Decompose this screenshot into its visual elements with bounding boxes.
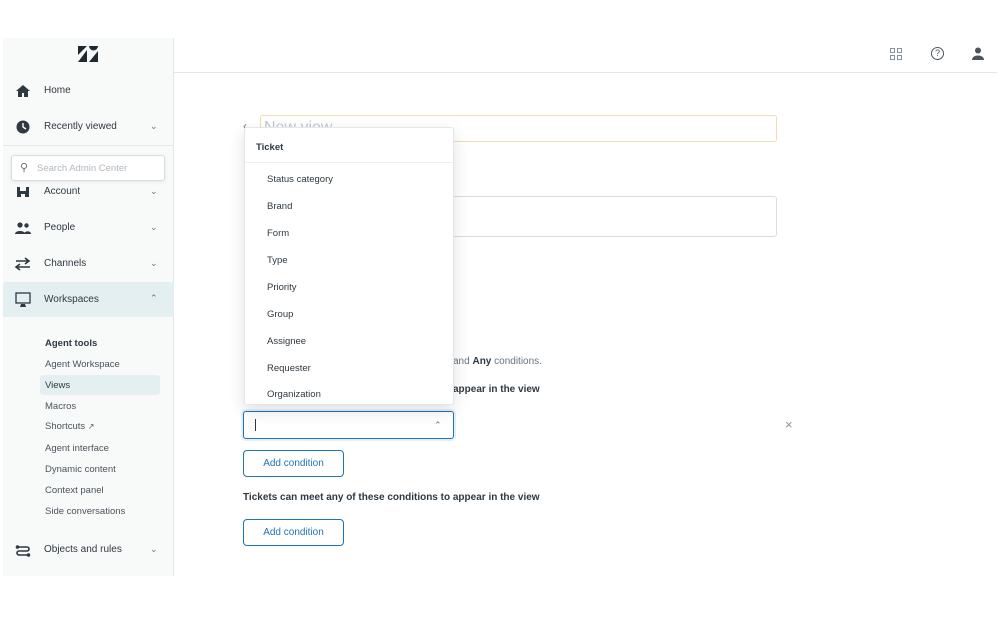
any-conditions-heading: Tickets can meet any of these conditions… (243, 492, 540, 503)
sidebar-label: Home (44, 85, 71, 96)
sidebar-subitem-context-panel[interactable]: Context panel (45, 485, 104, 496)
grid-icon[interactable] (890, 48, 902, 63)
help-icon[interactable]: ? (931, 47, 944, 60)
people-icon (15, 220, 31, 236)
sidebar-subitem-macros[interactable]: Macros (45, 401, 76, 412)
chevron-down-icon: ⌄ (150, 258, 158, 268)
add-all-condition-button[interactable]: Add condition (243, 450, 344, 477)
chevron-down-icon: ⌄ (150, 222, 158, 232)
dropdown-item[interactable]: Form (267, 228, 289, 239)
arrows-icon (15, 256, 31, 272)
sidebar-item-channels[interactable]: Channels ⌄ (3, 246, 174, 281)
sidebar-label: Account (44, 186, 81, 197)
sidebar-label: Channels (44, 258, 87, 269)
sidebar-item-recently-viewed[interactable]: Recently viewed ⌄ (3, 109, 174, 144)
search-input[interactable]: ⚲ Search Admin Center (11, 155, 165, 181)
sidebar-subitem-views[interactable]: Views (45, 380, 70, 391)
section-title: Agent tools (45, 338, 98, 349)
text-cursor (255, 419, 256, 431)
dropdown-item[interactable]: Brand (267, 201, 292, 212)
chevron-down-icon: ⌄ (150, 121, 158, 131)
sidebar-item-objects-and-rules[interactable]: Objects and rules ⌄ (3, 532, 174, 567)
home-icon (15, 83, 31, 99)
dropdown-item[interactable]: Status category (267, 174, 333, 185)
divider (3, 145, 174, 146)
chevron-up-icon: ⌃ (150, 293, 158, 303)
all-conditions-heading: appear in the view (453, 384, 540, 395)
dropdown-group-header: Ticket (256, 142, 284, 153)
search-icon: ⚲ (20, 162, 29, 174)
clock-icon (15, 119, 31, 135)
chevron-down-icon: ⌄ (150, 544, 158, 554)
sidebar-item-people[interactable]: People ⌄ (3, 210, 174, 245)
chevron-up-icon: ⌃ (434, 420, 442, 430)
search-placeholder: Search Admin Center (37, 163, 128, 174)
sidebar-label: Recently viewed (44, 121, 117, 132)
header-divider (174, 72, 997, 73)
sidebar-label: Objects and rules (44, 544, 122, 555)
sidebar-label: Shortcuts (45, 421, 86, 432)
divider (245, 162, 453, 163)
dropdown-item[interactable]: Group (267, 309, 293, 320)
user-icon[interactable] (972, 47, 984, 63)
sidebar-item-home[interactable]: Home (3, 73, 174, 108)
sidebar-label: People (44, 222, 76, 233)
sidebar-subitem-side-conversations[interactable]: Side conversations (45, 506, 125, 517)
sidebar-subitem-shortcuts[interactable]: Shortcuts ↗ (45, 421, 94, 432)
monitor-icon (15, 292, 31, 308)
sidebar-subitem-dynamic-content[interactable]: Dynamic content (45, 464, 116, 475)
chevron-down-icon: ⌄ (150, 186, 158, 196)
sidebar-item-workspaces[interactable]: Workspaces ⌃ (3, 282, 174, 317)
dropdown-item[interactable]: Type (267, 255, 288, 266)
sidebar: Home Recently viewed ⌄ Account ⌄ ⚲ Searc… (3, 38, 174, 576)
sidebar-label: Workspaces (44, 294, 99, 305)
sidebar-subitem-agent-workspace[interactable]: Agent Workspace (45, 359, 120, 370)
zendesk-logo[interactable] (78, 46, 98, 65)
field-dropdown-menu: Ticket Status category Brand Form Type P… (244, 127, 454, 405)
dropdown-item[interactable]: Priority (267, 282, 297, 293)
condition-field-select[interactable]: ⌃ (243, 411, 454, 439)
dropdown-item[interactable]: Requester (267, 363, 311, 374)
remove-condition-icon[interactable]: × (785, 417, 793, 432)
dropdown-item[interactable]: Organization (267, 389, 321, 400)
dropdown-item[interactable]: Assignee (267, 336, 306, 347)
external-link-icon: ↗ (87, 422, 95, 431)
conditions-info: and Any conditions. (453, 356, 542, 367)
add-any-condition-button[interactable]: Add condition (243, 519, 344, 546)
sidebar-subitem-agent-interface[interactable]: Agent interface (45, 443, 109, 454)
building-icon (15, 184, 31, 200)
objects-rules-icon (15, 542, 31, 558)
